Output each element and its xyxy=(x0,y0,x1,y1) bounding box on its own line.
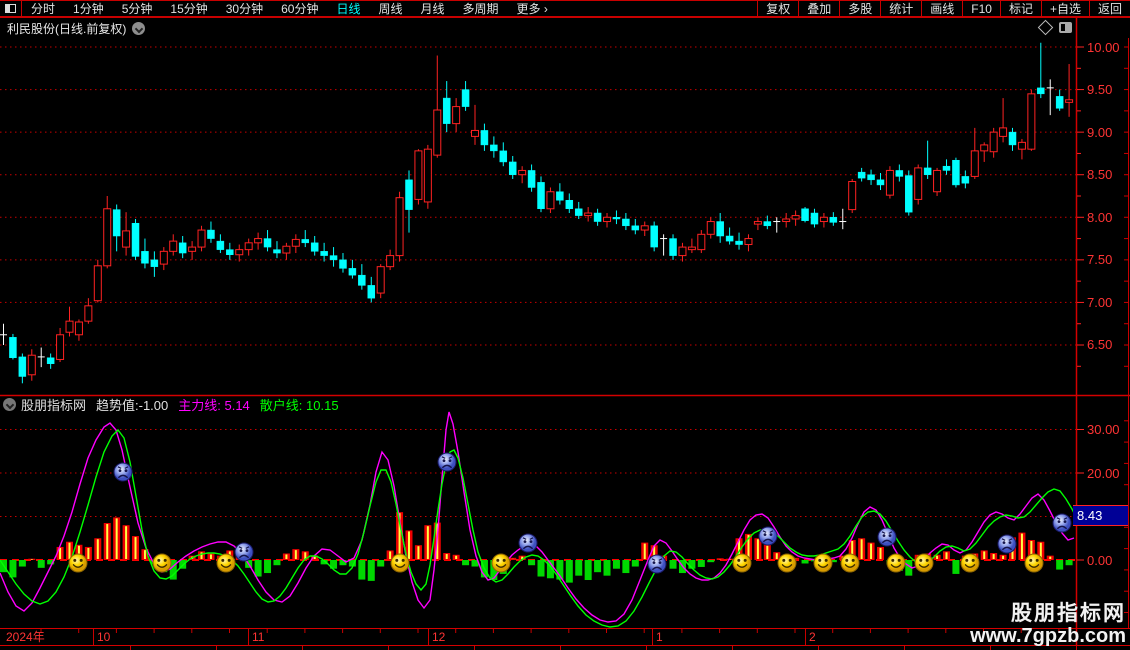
price-axis-label: 8.00 xyxy=(1087,209,1113,225)
date-axis-label-4: 1 xyxy=(656,630,663,644)
price-axis-label: 9.50 xyxy=(1087,82,1113,98)
date-axis-label-1: 10 xyxy=(97,630,111,644)
date-axis-label-5: 2 xyxy=(809,630,816,644)
smiley-buy-icon xyxy=(68,553,88,573)
current-value: 8.43 xyxy=(1077,508,1103,523)
indicator-header-item-2: 主力线: 5.14 xyxy=(178,397,250,413)
indicator-current-value-box: 8.43 xyxy=(1073,505,1128,526)
watermark-url: www.7gpzb.com xyxy=(970,625,1126,647)
indicator-axis-label: 30.00 xyxy=(1087,422,1120,437)
smiley-buy-icon xyxy=(886,553,906,573)
indicator-axis-label: 0.00 xyxy=(1087,552,1113,568)
indicator-lines xyxy=(0,411,1077,628)
smiley-buy-icon xyxy=(390,553,410,573)
axis-ticks xyxy=(40,46,1128,633)
smiley-buy-icon xyxy=(777,553,797,573)
sad-sell-icon xyxy=(1052,513,1072,533)
smiley-buy-icon xyxy=(840,553,860,573)
price-axis-label: 9.00 xyxy=(1087,124,1113,140)
price-axis-label: 10.00 xyxy=(1087,39,1120,55)
indicator-axis-label: 20.00 xyxy=(1087,465,1120,481)
watermark-brand: 股朋指标网 xyxy=(1011,602,1126,625)
sad-sell-icon xyxy=(518,533,538,553)
smiley-buy-icon xyxy=(914,553,934,573)
indicator-header-item-0: 股朋指标网 xyxy=(21,397,87,413)
sad-sell-icon xyxy=(758,526,778,546)
indicator-header: 股朋指标网 趋势值:-1.00 主力线: 5.14 散户线: 10.15 xyxy=(0,396,349,413)
sad-sell-icon xyxy=(113,462,133,482)
date-axis-label-0: 2024年 xyxy=(6,630,45,644)
indicator-header-item-3: 散户线: 10.15 xyxy=(259,397,339,413)
candlestick-series xyxy=(0,42,1074,384)
smiley-buy-icon xyxy=(216,553,236,573)
indicator-gridlines xyxy=(0,429,1077,561)
smiley-buy-icon xyxy=(491,553,511,573)
sad-sell-icon xyxy=(997,534,1017,554)
date-axis-label-2: 11 xyxy=(252,630,265,644)
smiley-buy-icon xyxy=(152,553,172,573)
indicator-header-item-1: 趋势值:-1.00 xyxy=(96,397,169,413)
smiley-buy-icon xyxy=(960,553,980,573)
retail-line xyxy=(0,428,1077,628)
date-axis-label-3: 12 xyxy=(432,630,446,644)
signal-emojis xyxy=(68,452,1072,574)
sad-sell-icon xyxy=(647,554,667,574)
watermark: 股朋指标网 www.7gpzb.com xyxy=(970,602,1126,647)
sad-sell-icon xyxy=(877,527,897,547)
smiley-buy-icon xyxy=(732,553,752,573)
price-axis-label: 7.50 xyxy=(1087,252,1113,268)
chart-canvas xyxy=(0,0,1130,650)
trading-app-window: 分时 1分钟 5分钟 15分钟 30分钟 60分钟 日线 周线 月线 多周期 更多 › 复权 叠加 多股… xyxy=(0,0,1130,650)
smiley-buy-icon xyxy=(813,553,833,573)
sad-sell-icon xyxy=(437,452,457,472)
price-axis-label: 7.00 xyxy=(1087,294,1113,310)
price-axis-label: 8.50 xyxy=(1087,167,1113,183)
indicator-collapse-icon[interactable] xyxy=(3,397,16,411)
sad-sell-icon xyxy=(234,542,254,562)
smiley-buy-icon xyxy=(1024,553,1044,573)
price-axis-label: 6.50 xyxy=(1087,337,1113,353)
